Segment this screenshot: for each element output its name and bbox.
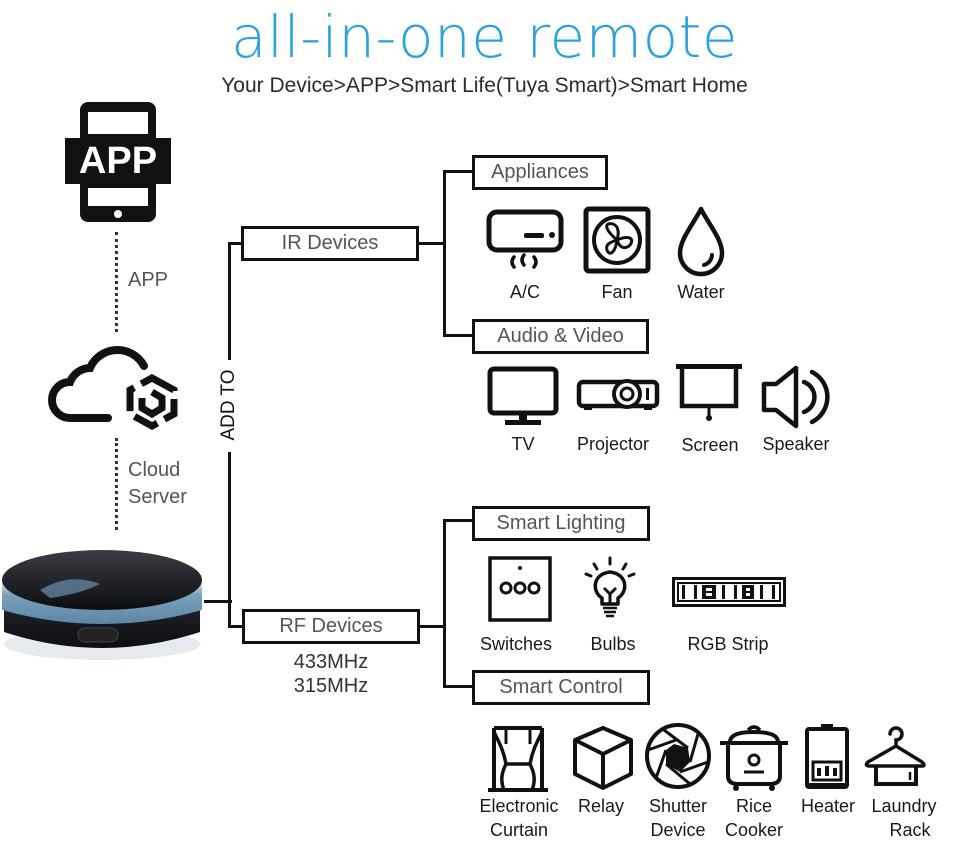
rf-devices-box: RF Devices [242,609,420,644]
item-label-line1: Rice [735,796,772,816]
item-label: A/C [509,282,540,302]
item-label-line2: Curtain [489,820,549,840]
item-label-line1: Shutter [648,796,708,816]
air-conditioner-icon [486,209,564,273]
audio-video-connector [443,334,473,337]
rf-frequency-433: 433MHz [293,651,369,673]
curtain-icon [484,724,552,794]
item-label: TV [511,434,535,454]
fan-icon [583,206,651,274]
audio-video-box: Audio & Video [472,319,649,354]
app-label: APP [128,269,169,291]
smart-lighting-connector [443,519,473,522]
rf-frequency-315: 315MHz [293,675,369,697]
add-to-line-top [228,242,231,360]
light-bulb-icon [582,556,638,622]
item-label-line2: Device [650,820,706,840]
ir-rf-hub-device [0,532,205,667]
ir-out-line [419,242,445,245]
rice-cooker-icon [718,722,790,792]
dotted-connector [115,232,118,332]
item-label: Projector [576,434,650,454]
item-label: Fan [601,282,633,302]
speaker-icon [760,364,830,430]
app-phone-icon: APP [64,100,172,224]
item-label: Bulbs [590,634,636,654]
item-label: Water [677,282,725,302]
ir-devices-box: IR Devices [241,226,419,261]
projection-screen-icon [674,362,744,424]
item-label-line1: Electronic [479,796,559,816]
item-label-line1: Relay [577,796,625,816]
water-drop-icon [676,205,726,277]
cloud-label-line2: Server [128,486,187,508]
laundry-rack-icon [862,722,928,790]
shutter-icon [644,722,712,790]
rf-group-line [443,519,446,688]
app-icon-text: APP [78,140,158,182]
cloud-label-line1: Cloud [128,459,181,481]
item-label: Switches [479,634,553,654]
item-label-line2: Cooker [724,820,784,840]
smart-control-box: Smart Control [472,670,650,705]
dotted-connector [115,438,118,530]
wall-switch-icon [488,556,552,622]
add-to-text: ADD TO [218,369,239,441]
add-to-label: ADD TO [214,360,244,450]
item-label: RGB Strip [687,634,769,654]
appliances-connector [443,170,473,173]
cloud-server-icon [48,340,182,432]
projector-icon [576,374,660,414]
ir-group-line [443,170,446,336]
item-label: Speaker [762,434,830,454]
item-label-line1: Heater [800,796,856,816]
page-subtitle: Your Device>APP>Smart Life(Tuya Smart)>S… [221,74,748,97]
smart-control-connector [443,685,473,688]
page-title: all-in-one remote [230,3,739,71]
tv-icon [487,366,559,428]
heater-icon [803,722,851,792]
item-label-line1: Laundry [871,796,937,816]
relay-cube-icon [571,724,635,792]
smart-lighting-box: Smart Lighting [472,506,650,541]
led-strip-icon [672,577,786,607]
rf-branch-line [228,625,242,628]
item-label-line2: Rack [889,820,931,840]
add-to-line-bottom [228,452,231,627]
item-label: Screen [681,435,739,455]
ir-branch-line [228,242,242,245]
appliances-box: Appliances [472,155,608,190]
